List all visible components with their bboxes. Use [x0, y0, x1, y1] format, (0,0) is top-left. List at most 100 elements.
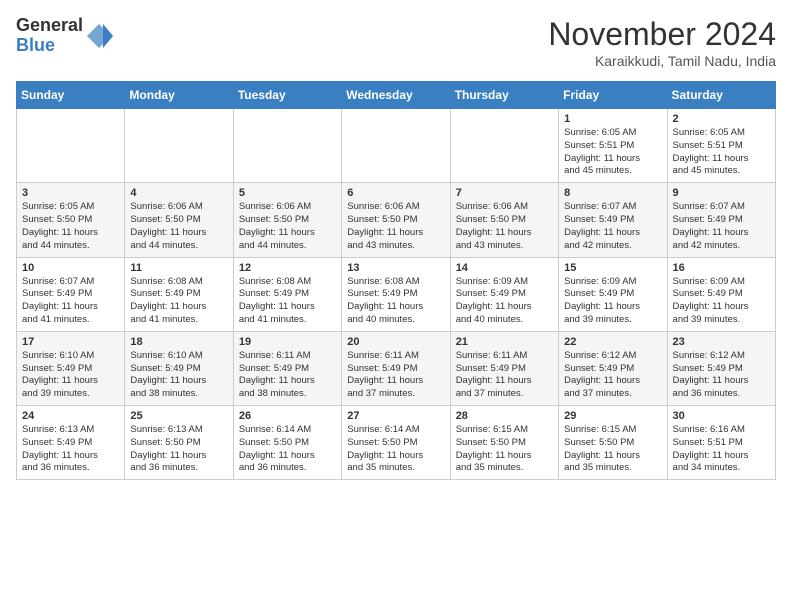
calendar-cell: 12 Sunrise: 6:08 AM Sunset: 5:49 PM Dayli… [233, 257, 341, 331]
header-cell-thursday: Thursday [450, 82, 558, 109]
calendar-cell: 21 Sunrise: 6:11 AM Sunset: 5:49 PM Dayli… [450, 331, 558, 405]
calendar-cell: 9 Sunrise: 6:07 AM Sunset: 5:49 PM Daylig… [667, 183, 775, 257]
day-info: Sunrise: 6:06 AM Sunset: 5:50 PM Dayligh… [347, 201, 444, 252]
calendar-cell [17, 109, 125, 183]
calendar-cell: 1 Sunrise: 6:05 AM Sunset: 5:51 PM Daylig… [559, 109, 667, 183]
header-row: SundayMondayTuesdayWednesdayThursdayFrid… [17, 82, 776, 109]
day-info: Sunrise: 6:07 AM Sunset: 5:49 PM Dayligh… [22, 276, 119, 327]
calendar-cell: 15 Sunrise: 6:09 AM Sunset: 5:49 PM Dayli… [559, 257, 667, 331]
calendar-cell: 25Sunrise: 6:13 AM Sunset: 5:50 PM Dayli… [125, 406, 233, 480]
calendar-cell: 28Sunrise: 6:15 AM Sunset: 5:50 PM Dayli… [450, 406, 558, 480]
day-info: Sunrise: 6:11 AM Sunset: 5:49 PM Dayligh… [456, 350, 553, 401]
day-info: Sunrise: 6:08 AM Sunset: 5:49 PM Dayligh… [347, 276, 444, 327]
day-number: 10 [22, 262, 119, 274]
calendar-cell [125, 109, 233, 183]
day-number: 29 [564, 410, 661, 422]
calendar-table: SundayMondayTuesdayWednesdayThursdayFrid… [16, 81, 776, 480]
calendar-cell: 13 Sunrise: 6:08 AM Sunset: 5:49 PM Dayli… [342, 257, 450, 331]
day-number: 18 [130, 336, 227, 348]
day-info: Sunrise: 6:09 AM Sunset: 5:49 PM Dayligh… [564, 276, 661, 327]
day-number: 1 [564, 113, 661, 125]
day-info: Sunrise: 6:14 AM Sunset: 5:50 PM Dayligh… [347, 424, 444, 475]
calendar-cell [233, 109, 341, 183]
day-number: 6 [347, 187, 444, 199]
day-number: 24 [22, 410, 119, 422]
day-info: Sunrise: 6:07 AM Sunset: 5:49 PM Dayligh… [673, 201, 770, 252]
week-row-2: 3Sunrise: 6:05 AM Sunset: 5:50 PM Daylig… [17, 183, 776, 257]
day-info: Sunrise: 6:09 AM Sunset: 5:49 PM Dayligh… [456, 276, 553, 327]
day-number: 17 [22, 336, 119, 348]
day-number: 3 [22, 187, 119, 199]
day-info: Sunrise: 6:13 AM Sunset: 5:49 PM Dayligh… [22, 424, 119, 475]
day-number: 8 [564, 187, 661, 199]
day-info: Sunrise: 6:14 AM Sunset: 5:50 PM Dayligh… [239, 424, 336, 475]
day-info: Sunrise: 6:16 AM Sunset: 5:51 PM Dayligh… [673, 424, 770, 475]
day-info: Sunrise: 6:10 AM Sunset: 5:49 PM Dayligh… [22, 350, 119, 401]
day-info: Sunrise: 6:05 AM Sunset: 5:51 PM Dayligh… [564, 127, 661, 178]
week-row-4: 17 Sunrise: 6:10 AM Sunset: 5:49 PM Dayli… [17, 331, 776, 405]
subtitle: Karaikkudi, Tamil Nadu, India [548, 53, 776, 69]
day-number: 26 [239, 410, 336, 422]
day-number: 5 [239, 187, 336, 199]
day-info: Sunrise: 6:05 AM Sunset: 5:51 PM Dayligh… [673, 127, 770, 178]
day-number: 22 [564, 336, 661, 348]
calendar-cell [450, 109, 558, 183]
logo-blue: Blue [16, 36, 83, 56]
calendar-cell: 30 Sunrise: 6:16 AM Sunset: 5:51 PM Dayli… [667, 406, 775, 480]
day-number: 14 [456, 262, 553, 274]
day-info: Sunrise: 6:15 AM Sunset: 5:50 PM Dayligh… [564, 424, 661, 475]
day-info: Sunrise: 6:15 AM Sunset: 5:50 PM Dayligh… [456, 424, 553, 475]
day-info: Sunrise: 6:08 AM Sunset: 5:49 PM Dayligh… [130, 276, 227, 327]
day-info: Sunrise: 6:06 AM Sunset: 5:50 PM Dayligh… [130, 201, 227, 252]
day-number: 9 [673, 187, 770, 199]
title-block: November 2024 Karaikkudi, Tamil Nadu, In… [548, 16, 776, 69]
week-row-1: 1 Sunrise: 6:05 AM Sunset: 5:51 PM Daylig… [17, 109, 776, 183]
calendar-header: SundayMondayTuesdayWednesdayThursdayFrid… [17, 82, 776, 109]
day-number: 25 [130, 410, 227, 422]
main-title: November 2024 [548, 16, 776, 53]
header-cell-saturday: Saturday [667, 82, 775, 109]
header-cell-tuesday: Tuesday [233, 82, 341, 109]
calendar-cell: 8Sunrise: 6:07 AM Sunset: 5:49 PM Daylig… [559, 183, 667, 257]
week-row-5: 24 Sunrise: 6:13 AM Sunset: 5:49 PM Dayli… [17, 406, 776, 480]
day-number: 27 [347, 410, 444, 422]
day-number: 13 [347, 262, 444, 274]
logo-text: General Blue [16, 16, 83, 56]
header-cell-friday: Friday [559, 82, 667, 109]
day-info: Sunrise: 6:11 AM Sunset: 5:49 PM Dayligh… [347, 350, 444, 401]
day-number: 4 [130, 187, 227, 199]
logo: General Blue [16, 16, 113, 56]
day-number: 21 [456, 336, 553, 348]
day-info: Sunrise: 6:06 AM Sunset: 5:50 PM Dayligh… [456, 201, 553, 252]
calendar-cell: 27 Sunrise: 6:14 AM Sunset: 5:50 PM Dayli… [342, 406, 450, 480]
calendar-cell: 16 Sunrise: 6:09 AM Sunset: 5:49 PM Dayli… [667, 257, 775, 331]
calendar-cell: 26 Sunrise: 6:14 AM Sunset: 5:50 PM Dayli… [233, 406, 341, 480]
calendar-cell: 23Sunrise: 6:12 AM Sunset: 5:49 PM Dayli… [667, 331, 775, 405]
calendar-cell: 5 Sunrise: 6:06 AM Sunset: 5:50 PM Daylig… [233, 183, 341, 257]
page-header: General Blue November 2024 Karaikkudi, T… [16, 16, 776, 69]
calendar-cell: 2 Sunrise: 6:05 AM Sunset: 5:51 PM Daylig… [667, 109, 775, 183]
calendar-cell: 10 Sunrise: 6:07 AM Sunset: 5:49 PM Dayli… [17, 257, 125, 331]
calendar-cell: 24 Sunrise: 6:13 AM Sunset: 5:49 PM Dayli… [17, 406, 125, 480]
day-info: Sunrise: 6:12 AM Sunset: 5:49 PM Dayligh… [564, 350, 661, 401]
header-cell-monday: Monday [125, 82, 233, 109]
calendar-cell: 6 Sunrise: 6:06 AM Sunset: 5:50 PM Daylig… [342, 183, 450, 257]
logo-general: General [16, 16, 83, 36]
day-number: 11 [130, 262, 227, 274]
calendar-cell: 4 Sunrise: 6:06 AM Sunset: 5:50 PM Daylig… [125, 183, 233, 257]
day-info: Sunrise: 6:06 AM Sunset: 5:50 PM Dayligh… [239, 201, 336, 252]
logo-icon [85, 22, 113, 50]
day-info: Sunrise: 6:11 AM Sunset: 5:49 PM Dayligh… [239, 350, 336, 401]
day-number: 30 [673, 410, 770, 422]
calendar-cell [342, 109, 450, 183]
day-number: 2 [673, 113, 770, 125]
header-cell-sunday: Sunday [17, 82, 125, 109]
day-info: Sunrise: 6:12 AM Sunset: 5:49 PM Dayligh… [673, 350, 770, 401]
day-number: 12 [239, 262, 336, 274]
day-info: Sunrise: 6:09 AM Sunset: 5:49 PM Dayligh… [673, 276, 770, 327]
day-info: Sunrise: 6:08 AM Sunset: 5:49 PM Dayligh… [239, 276, 336, 327]
calendar-cell: 3Sunrise: 6:05 AM Sunset: 5:50 PM Daylig… [17, 183, 125, 257]
calendar-cell: 20Sunrise: 6:11 AM Sunset: 5:49 PM Dayli… [342, 331, 450, 405]
day-number: 15 [564, 262, 661, 274]
day-number: 16 [673, 262, 770, 274]
